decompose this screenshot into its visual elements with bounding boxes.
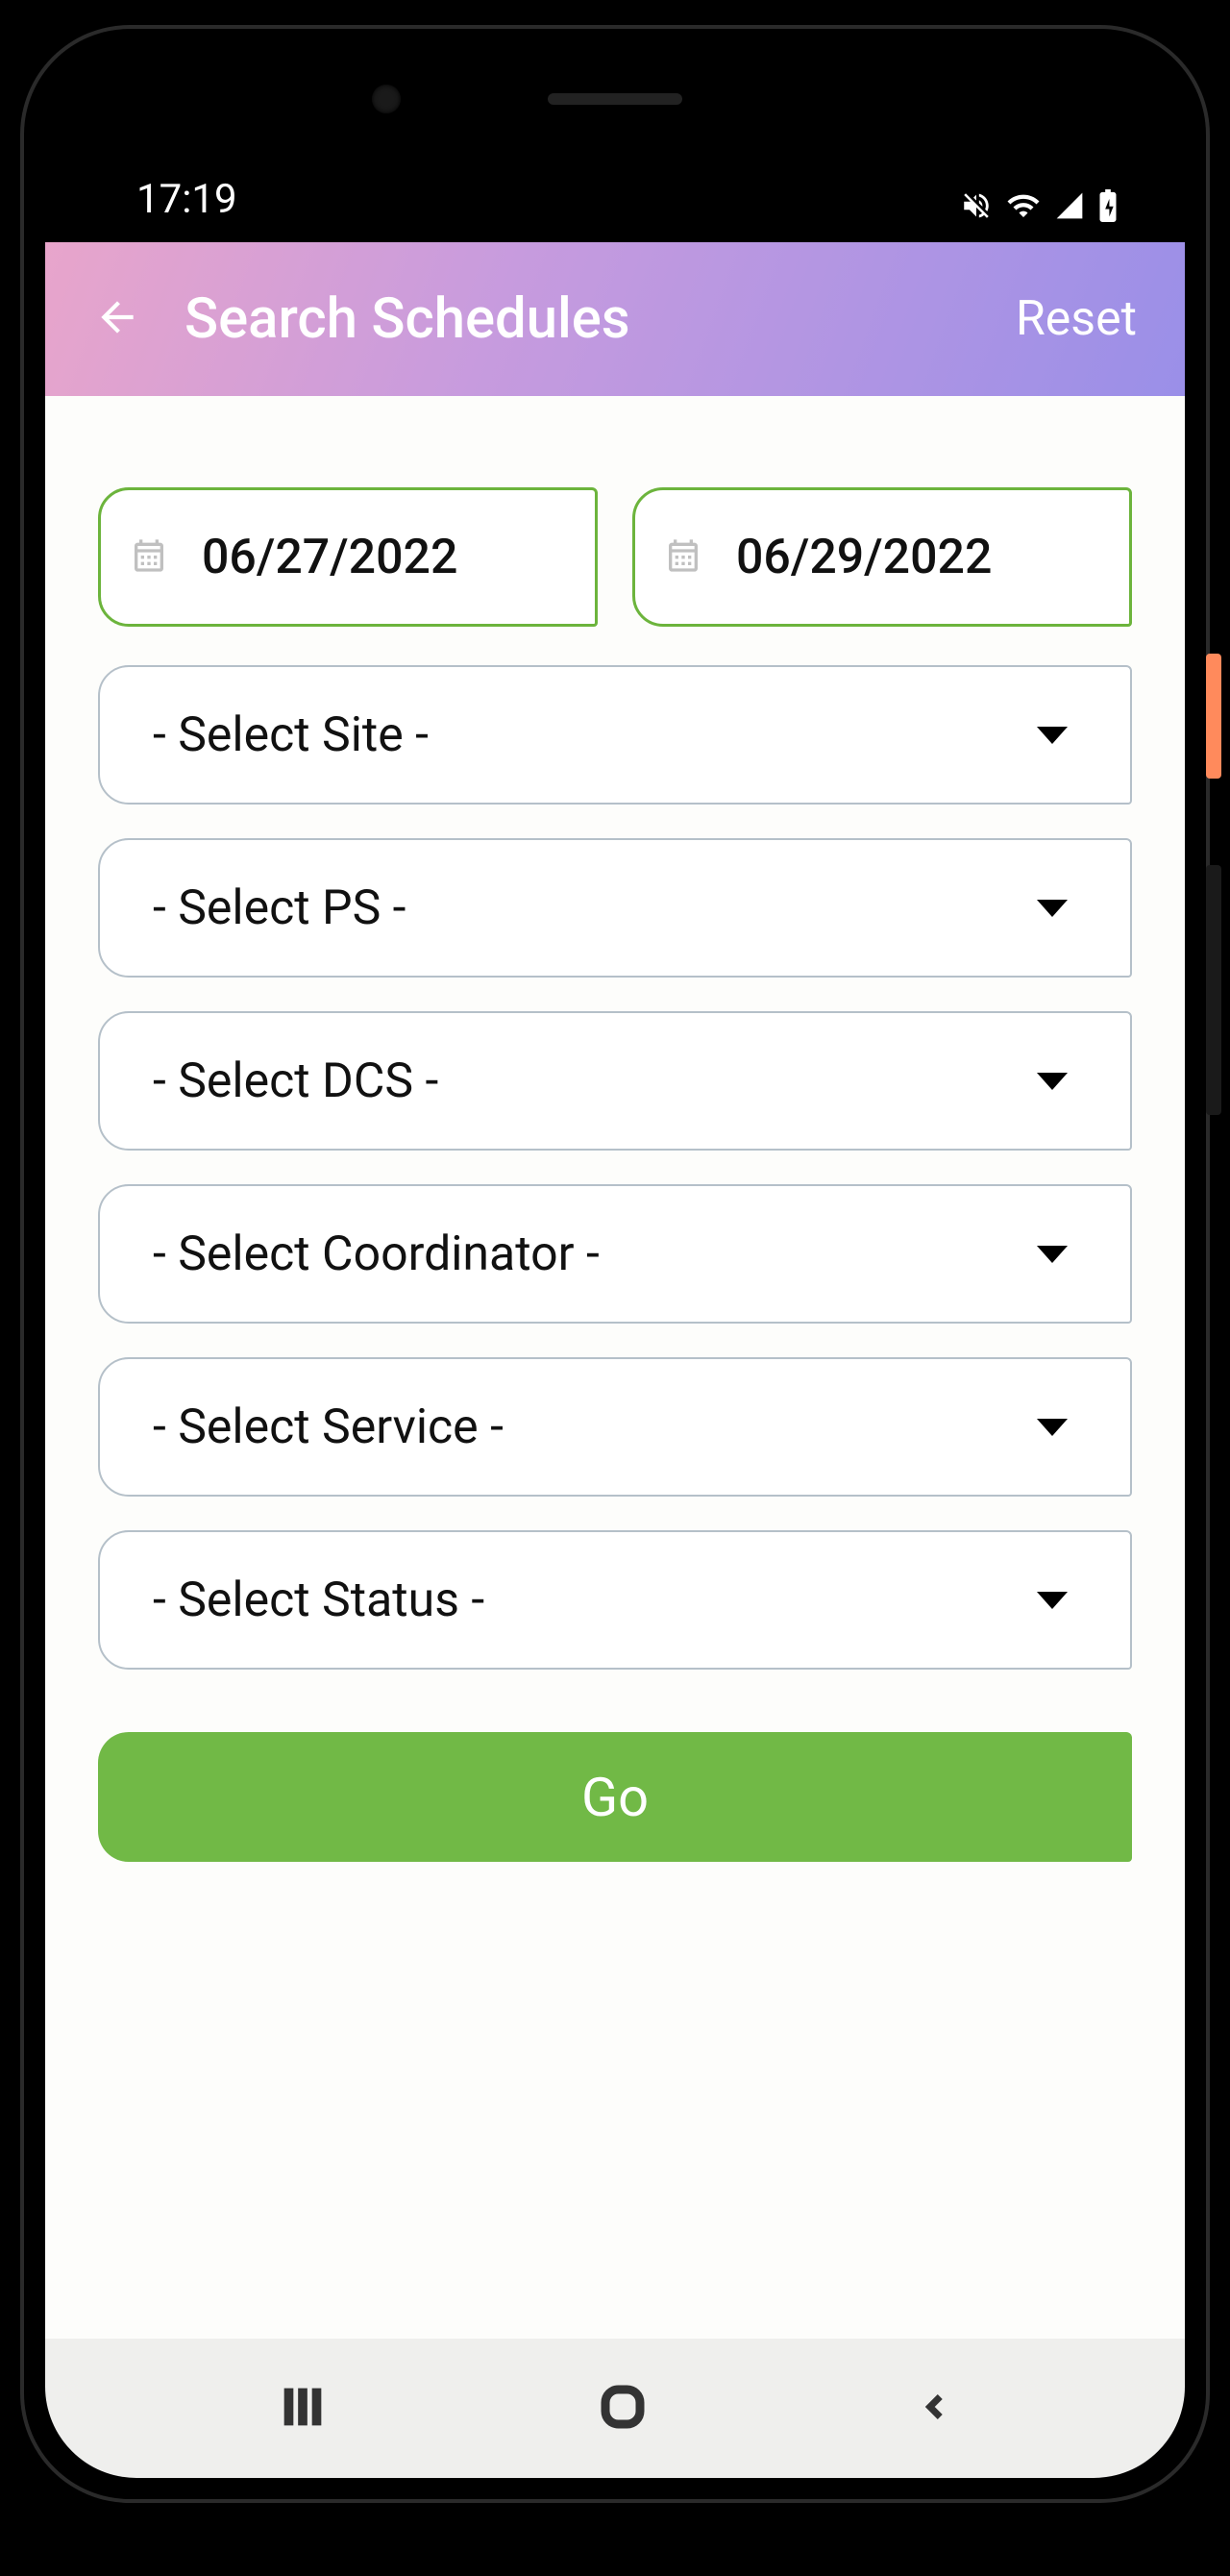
status-icons	[960, 188, 1118, 223]
signal-icon	[1054, 190, 1085, 221]
home-icon	[597, 2381, 649, 2433]
date-to-input[interactable]: 06/29/2022	[632, 487, 1132, 627]
back-button[interactable]	[93, 293, 141, 345]
go-button-label: Go	[581, 1766, 649, 1829]
phone-frame: 17:19 Search Schedules Reset 06/	[24, 29, 1206, 2499]
page-title: Search Schedules	[184, 286, 1016, 352]
back-nav-button[interactable]	[915, 2387, 955, 2431]
select-coordinator-label: - Select Coordinator -	[153, 1226, 600, 1282]
chevron-down-icon	[1037, 1592, 1068, 1609]
select-site[interactable]: - Select Site -	[98, 665, 1132, 805]
front-camera	[372, 85, 401, 113]
phone-screen: 17:19 Search Schedules Reset 06/	[45, 50, 1185, 2478]
reset-button[interactable]: Reset	[1016, 291, 1137, 347]
select-ps[interactable]: - Select PS -	[98, 838, 1132, 978]
select-status[interactable]: - Select Status -	[98, 1530, 1132, 1670]
recents-button[interactable]	[275, 2379, 331, 2439]
select-service-label: - Select Service -	[153, 1399, 504, 1455]
date-row: 06/27/2022 06/29/2022	[98, 487, 1132, 627]
calendar-icon	[130, 534, 168, 581]
chevron-down-icon	[1037, 900, 1068, 917]
speaker-grille	[548, 93, 682, 105]
select-status-label: - Select Status -	[153, 1573, 484, 1628]
date-from-value: 06/27/2022	[202, 530, 457, 585]
android-nav-bar	[45, 2339, 1185, 2478]
recents-icon	[275, 2379, 331, 2435]
date-to-value: 06/29/2022	[736, 530, 992, 585]
battery-icon	[1098, 189, 1118, 222]
chevron-down-icon	[1037, 727, 1068, 744]
calendar-icon	[664, 534, 702, 581]
wifi-icon	[1006, 188, 1041, 223]
date-from-input[interactable]: 06/27/2022	[98, 487, 598, 627]
select-coordinator[interactable]: - Select Coordinator -	[98, 1184, 1132, 1324]
volume-button[interactable]	[1206, 865, 1221, 1115]
go-button[interactable]: Go	[98, 1732, 1132, 1862]
arrow-left-icon	[93, 293, 141, 341]
chevron-left-icon	[915, 2387, 955, 2427]
app-header: Search Schedules Reset	[45, 242, 1185, 396]
status-time: 17:19	[136, 176, 237, 223]
chevron-down-icon	[1037, 1246, 1068, 1263]
select-dcs-label: - Select DCS -	[153, 1053, 438, 1109]
content-area: 06/27/2022 06/29/2022 - Select Site - - …	[45, 396, 1185, 2339]
select-site-label: - Select Site -	[153, 707, 429, 763]
status-bar: 17:19	[45, 50, 1185, 242]
select-service[interactable]: - Select Service -	[98, 1357, 1132, 1497]
select-dcs[interactable]: - Select DCS -	[98, 1011, 1132, 1151]
power-button[interactable]	[1206, 654, 1221, 779]
select-ps-label: - Select PS -	[153, 880, 406, 936]
chevron-down-icon	[1037, 1073, 1068, 1090]
mute-icon	[960, 189, 993, 222]
home-button[interactable]	[597, 2381, 649, 2437]
chevron-down-icon	[1037, 1419, 1068, 1436]
